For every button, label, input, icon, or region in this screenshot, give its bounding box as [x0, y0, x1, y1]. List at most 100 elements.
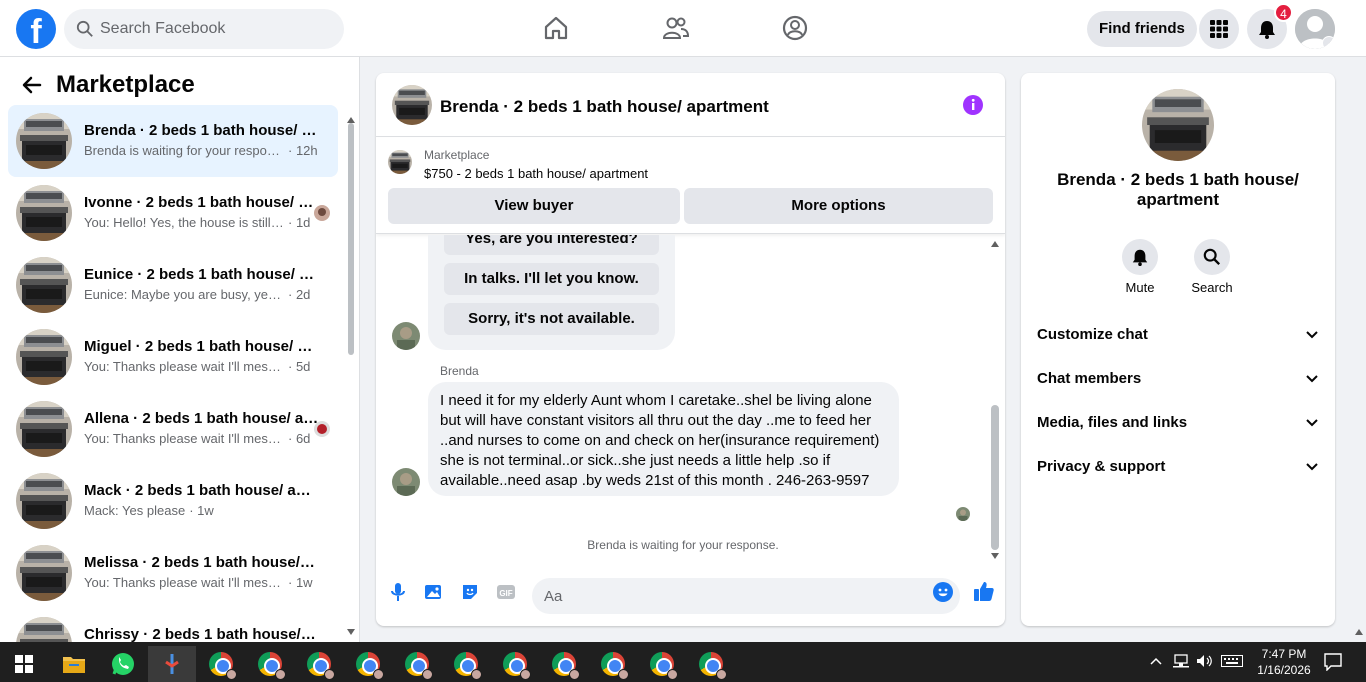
quick-reply-button[interactable]: In talks. I'll let you know.	[444, 263, 659, 295]
view-buyer-button[interactable]: View buyer	[388, 188, 680, 224]
conversation-snippet: Brenda is waiting for your response. · 12…	[84, 143, 318, 158]
listing-thumbnail	[16, 113, 72, 169]
chat-info-title: Brenda · 2 beds 1 bath house/ apartment	[1057, 170, 1299, 209]
more-options-button[interactable]: More options	[684, 188, 993, 224]
gif-icon[interactable]: GIF	[496, 582, 516, 602]
menu-button[interactable]	[1199, 9, 1239, 49]
message-thread: Yes, are you interested? In talks. I'll …	[376, 235, 1005, 567]
conversation-name: Ivonne · 2 beds 1 bath house/ apartment	[84, 194, 319, 211]
conversation-name: Chrissy · 2 beds 1 bath house/ apartment	[84, 626, 319, 642]
account-avatar[interactable]	[1295, 9, 1335, 49]
friends-icon[interactable]	[662, 14, 690, 42]
like-thumbs-up-icon[interactable]	[973, 580, 995, 602]
page-title: Marketplace	[56, 71, 195, 98]
sender-name: Brenda	[440, 364, 479, 378]
chrome-button[interactable]	[295, 646, 343, 682]
microphone-icon[interactable]	[388, 582, 408, 602]
tray-overflow-chevron-icon[interactable]	[1150, 657, 1162, 665]
chat-members-section[interactable]: Chat members	[1029, 359, 1327, 399]
keyboard-icon[interactable]	[1221, 655, 1243, 667]
chrome-button[interactable]	[197, 646, 245, 682]
conversation-item[interactable]: Chrissy · 2 beds 1 bath house/ apartment	[8, 609, 338, 642]
search-input[interactable]	[100, 20, 320, 38]
whatsapp-button[interactable]	[99, 646, 147, 682]
conversation-item[interactable]: Eunice · 2 beds 1 bath house/ apartment …	[8, 249, 338, 321]
chrome-button[interactable]	[638, 646, 686, 682]
message-bubble: I need it for my elderly Aunt whom I car…	[428, 382, 899, 496]
chrome-button[interactable]	[246, 646, 294, 682]
scrollbar-thumb[interactable]	[348, 123, 354, 355]
chrome-button[interactable]	[491, 646, 539, 682]
back-arrow-icon[interactable]	[22, 75, 42, 95]
app-taskbar-button[interactable]	[148, 646, 196, 682]
mute-button[interactable]: Mute	[1110, 239, 1170, 295]
scroll-up-icon[interactable]	[991, 241, 999, 247]
notifications-button[interactable]: 4	[1247, 3, 1293, 49]
scroll-up-icon[interactable]	[1355, 629, 1363, 635]
chrome-icon	[405, 652, 433, 680]
quick-reply-button[interactable]: Sorry, it's not available.	[444, 303, 659, 335]
section-label: Privacy & support	[1037, 458, 1166, 475]
facebook-logo-icon[interactable]: f	[16, 9, 56, 49]
photo-icon[interactable]	[424, 582, 444, 602]
conversation-snippet: Mack: Yes please · 1w	[84, 503, 214, 518]
conversation-item[interactable]: Ivonne · 2 beds 1 bath house/ apartment …	[8, 177, 338, 249]
scrollbar-thumb[interactable]	[991, 405, 999, 550]
media-files-links-section[interactable]: Media, files and links	[1029, 403, 1327, 443]
search-conversation-button[interactable]: Search	[1182, 239, 1242, 295]
scroll-down-icon[interactable]	[991, 553, 999, 559]
chat-thumbnail[interactable]	[392, 85, 432, 125]
chrome-button[interactable]	[442, 646, 490, 682]
emoji-icon[interactable]	[933, 582, 953, 602]
privacy-support-section[interactable]: Privacy & support	[1029, 447, 1327, 487]
file-explorer-button[interactable]	[50, 646, 98, 682]
find-friends-button[interactable]: Find friends	[1087, 11, 1197, 47]
listing-thumbnail	[16, 545, 72, 601]
chrome-button[interactable]	[344, 646, 392, 682]
sender-avatar[interactable]	[392, 468, 420, 496]
sender-avatar[interactable]	[392, 322, 420, 350]
listing-thumbnail	[16, 257, 72, 313]
conversation-item[interactable]: Melissa · 2 beds 1 bath house/ apartment…	[8, 537, 338, 609]
chrome-button[interactable]	[540, 646, 588, 682]
start-button[interactable]	[0, 646, 48, 682]
customize-chat-section[interactable]: Customize chat	[1029, 315, 1327, 355]
chrome-icon	[209, 652, 237, 680]
network-icon[interactable]	[1172, 654, 1190, 668]
notification-center-icon[interactable]	[1324, 653, 1342, 671]
waiting-status: Brenda is waiting for your response.	[587, 538, 779, 552]
conversation-item[interactable]: Allena · 2 beds 1 bath house/ apartment …	[8, 393, 338, 465]
message-scrollbar[interactable]	[988, 235, 1002, 567]
conversation-item[interactable]: Mack · 2 beds 1 bath house/ apartment Ma…	[8, 465, 338, 537]
conversation-item[interactable]: Brenda · 2 beds 1 bath house/ apartment …	[8, 105, 338, 177]
chat-title[interactable]: Brenda · 2 beds 1 bath house/ apartment	[440, 97, 769, 117]
quick-reply-button[interactable]: Yes, are you interested?	[444, 235, 659, 255]
chrome-button[interactable]	[393, 646, 441, 682]
chrome-icon	[307, 652, 335, 680]
search-bar[interactable]	[64, 9, 344, 49]
chrome-icon	[552, 652, 580, 680]
scroll-down-icon[interactable]	[347, 629, 355, 635]
conversation-item[interactable]: Miguel · 2 beds 1 bath house/ apartment …	[8, 321, 338, 393]
folder-icon	[63, 657, 85, 673]
chrome-button[interactable]	[589, 646, 637, 682]
page-scrollbar[interactable]	[1352, 57, 1366, 642]
sidebar-scrollbar[interactable]	[346, 117, 356, 637]
listing-price: $750 - 2 beds 1 bath house/ apartment	[424, 166, 649, 181]
system-clock[interactable]: 7:47 PM 1/16/2026	[1252, 646, 1316, 678]
volume-icon[interactable]	[1196, 654, 1214, 668]
svg-text:GIF: GIF	[499, 589, 512, 598]
info-icon[interactable]	[963, 95, 983, 115]
chrome-button[interactable]	[687, 646, 735, 682]
section-label: Customize chat	[1037, 326, 1148, 343]
app-icon	[165, 654, 179, 674]
listing-small-thumbnail	[388, 150, 412, 174]
groups-icon[interactable]	[781, 14, 809, 42]
chat-header: Brenda · 2 beds 1 bath house/ apartment	[376, 73, 1005, 137]
message-input[interactable]	[532, 578, 960, 614]
listing-profile-photo[interactable]	[1142, 89, 1214, 161]
message-composer: GIF	[376, 567, 1005, 626]
quick-replies-panel: Yes, are you interested? In talks. I'll …	[428, 235, 675, 350]
sticker-icon[interactable]	[460, 582, 480, 602]
home-icon[interactable]	[542, 14, 570, 42]
